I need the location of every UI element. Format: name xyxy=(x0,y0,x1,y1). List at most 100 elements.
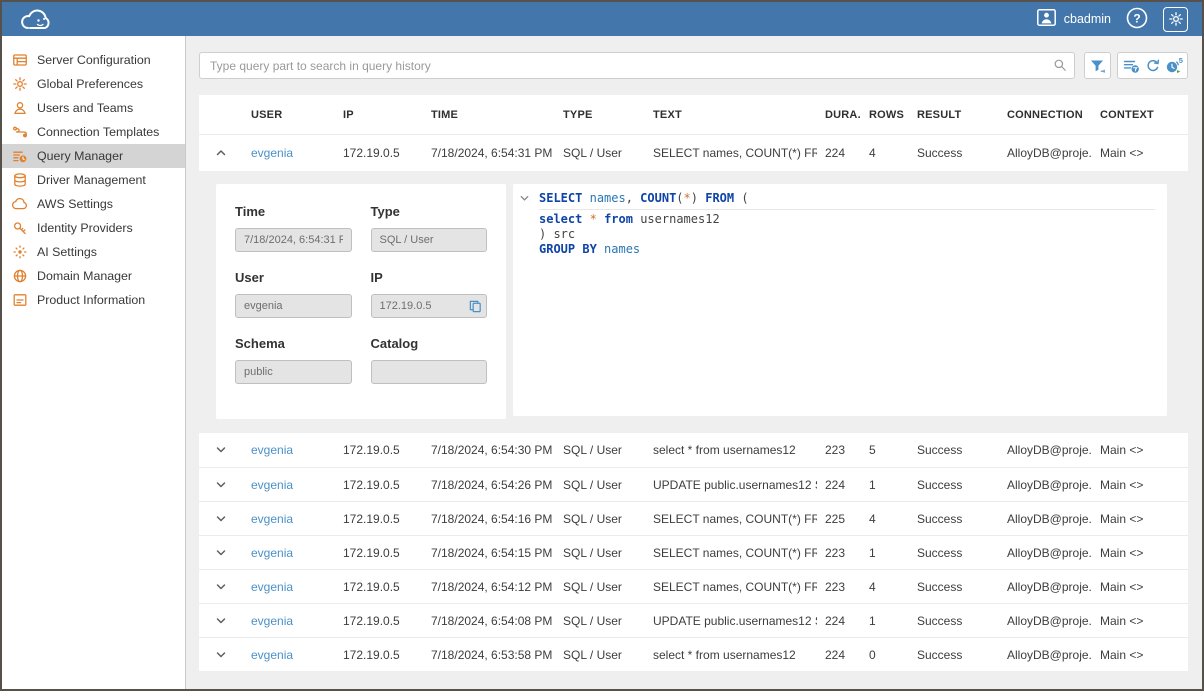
column-header-ip: IP xyxy=(335,109,423,121)
query-detail-panel: TimeTypeUserIPSchemaCatalog SELECT names… xyxy=(199,171,1188,433)
sidebar-item-users-and-teams[interactable]: Users and Teams xyxy=(2,96,185,120)
domain-manager-icon xyxy=(12,268,28,284)
sidebar-item-server-configuration[interactable]: Server Configuration xyxy=(2,48,185,72)
driver-management-icon xyxy=(12,172,28,188)
cell-result: Success xyxy=(909,580,999,594)
ai-settings-icon xyxy=(12,244,28,260)
auto-refresh-icon: 5 xyxy=(1164,57,1184,75)
user-link[interactable]: evgenia xyxy=(251,443,293,457)
sidebar-item-driver-management[interactable]: Driver Management xyxy=(2,168,185,192)
cell-result: Success xyxy=(909,614,999,628)
filter-button[interactable] xyxy=(1084,52,1111,79)
column-header-dura: DURA... xyxy=(817,109,861,121)
search-input[interactable] xyxy=(199,52,1075,79)
sidebar-item-domain-manager[interactable]: Domain Manager xyxy=(2,264,185,288)
cell-type: SQL / User xyxy=(555,614,645,628)
cell-duration: 223 xyxy=(817,580,861,594)
sidebar-item-ai-settings[interactable]: AI Settings xyxy=(2,240,185,264)
collapse-sql-icon[interactable] xyxy=(518,192,531,205)
user-icon xyxy=(1037,9,1056,29)
field-label: Catalog xyxy=(371,336,488,351)
query-history-row[interactable]: evgenia172.19.0.57/18/2024, 6:54:08 PMSQ… xyxy=(199,603,1188,637)
query-history-row[interactable]: evgenia172.19.0.57/18/2024, 6:54:31 PMSQ… xyxy=(199,135,1188,171)
user-link[interactable]: evgenia xyxy=(251,478,293,492)
query-history-row[interactable]: evgenia172.19.0.57/18/2024, 6:54:30 PMSQ… xyxy=(199,433,1188,467)
user-menu-button[interactable]: cbadmin xyxy=(1037,9,1111,29)
cell-duration: 224 xyxy=(817,146,861,160)
column-header-time: TIME xyxy=(423,109,555,121)
expand-row-icon[interactable] xyxy=(199,443,243,457)
sidebar-item-label: Query Manager xyxy=(37,149,123,163)
sidebar-item-aws-settings[interactable]: AWS Settings xyxy=(2,192,185,216)
cell-text: SELECT names, COUNT(*) FRO... xyxy=(645,546,817,560)
cell-context: Main <> xyxy=(1092,614,1188,628)
expand-row-icon[interactable] xyxy=(199,614,243,628)
collapse-row-icon[interactable] xyxy=(199,146,243,160)
field-label: Type xyxy=(371,204,488,219)
query-history-row[interactable]: evgenia172.19.0.57/18/2024, 6:54:26 PMSQ… xyxy=(199,467,1188,501)
user-link[interactable]: evgenia xyxy=(251,580,293,594)
user-link[interactable]: evgenia xyxy=(251,146,293,160)
expand-row-icon[interactable] xyxy=(199,546,243,560)
expand-row-icon[interactable] xyxy=(199,512,243,526)
cell-result: Success xyxy=(909,146,999,160)
identity-providers-icon xyxy=(12,220,28,236)
sidebar-item-label: AI Settings xyxy=(37,245,97,259)
cell-result: Success xyxy=(909,443,999,457)
cell-type: SQL / User xyxy=(555,546,645,560)
help-button[interactable]: ? xyxy=(1126,7,1148,32)
cell-rows: 5 xyxy=(861,443,909,457)
detail-field-time: Time xyxy=(235,204,352,252)
connection-templates-icon xyxy=(12,124,28,140)
query-history-row[interactable]: evgenia172.19.0.57/18/2024, 6:54:15 PMSQ… xyxy=(199,535,1188,569)
expand-row-icon[interactable] xyxy=(199,478,243,492)
sidebar-item-identity-providers[interactable]: Identity Providers xyxy=(2,216,185,240)
user-link[interactable]: evgenia xyxy=(251,546,293,560)
cell-time: 7/18/2024, 6:54:30 PM xyxy=(423,443,555,457)
cell-rows: 4 xyxy=(861,512,909,526)
cell-text: select * from usernames12 xyxy=(645,648,817,662)
product-information-icon xyxy=(12,292,28,308)
sidebar-item-product-information[interactable]: Product Information xyxy=(2,288,185,312)
query-history-row[interactable]: evgenia172.19.0.57/18/2024, 6:54:12 PMSQ… xyxy=(199,569,1188,603)
sidebar-item-label: Connection Templates xyxy=(37,125,159,139)
user-name: cbadmin xyxy=(1064,12,1111,26)
copy-button[interactable] xyxy=(466,297,484,315)
log-settings-icon xyxy=(1123,58,1140,74)
expand-row-icon[interactable] xyxy=(199,580,243,594)
query-history-row[interactable]: evgenia172.19.0.57/18/2024, 6:54:16 PMSQ… xyxy=(199,501,1188,535)
cell-connection: AlloyDB@proje... xyxy=(999,443,1092,457)
detail-field-schema: Schema xyxy=(235,336,352,384)
log-settings-button[interactable] xyxy=(1121,53,1142,78)
table-actions-group: 5 xyxy=(1117,52,1188,79)
query-history-table: USERIPTIMETYPETEXTDURA...ROWSRESULTCONNE… xyxy=(199,95,1188,671)
table-header-row: USERIPTIMETYPETEXTDURA...ROWSRESULTCONNE… xyxy=(199,95,1188,135)
user-link[interactable]: evgenia xyxy=(251,648,293,662)
user-link[interactable]: evgenia xyxy=(251,512,293,526)
cell-ip: 172.19.0.5 xyxy=(335,546,423,560)
sidebar-item-query-manager[interactable]: Query Manager xyxy=(2,144,185,168)
detail-field-type: Type xyxy=(371,204,488,252)
cell-connection: AlloyDB@proje... xyxy=(999,478,1092,492)
cell-connection: AlloyDB@proje... xyxy=(999,614,1092,628)
refresh-button[interactable] xyxy=(1142,53,1163,78)
cell-type: SQL / User xyxy=(555,146,645,160)
expand-row-icon[interactable] xyxy=(199,648,243,662)
cell-ip: 172.19.0.5 xyxy=(335,580,423,594)
topbar-actions: cbadmin ? xyxy=(1037,7,1188,32)
query-history-row[interactable]: evgenia172.19.0.57/18/2024, 6:53:58 PMSQ… xyxy=(199,637,1188,671)
settings-button[interactable] xyxy=(1163,7,1188,32)
sidebar-item-global-preferences[interactable]: Global Preferences xyxy=(2,72,185,96)
cell-context: Main <> xyxy=(1092,648,1188,662)
cell-time: 7/18/2024, 6:54:26 PM xyxy=(423,478,555,492)
cell-context: Main <> xyxy=(1092,443,1188,457)
refresh-icon xyxy=(1145,58,1161,74)
user-link[interactable]: evgenia xyxy=(251,614,293,628)
sidebar-item-connection-templates[interactable]: Connection Templates xyxy=(2,120,185,144)
cell-rows: 0 xyxy=(861,648,909,662)
gear-icon xyxy=(12,76,28,92)
cloudbeaver-logo-icon xyxy=(18,6,58,33)
column-header-user: USER xyxy=(243,109,335,121)
auto-refresh-button[interactable]: 5 xyxy=(1163,53,1184,78)
aws-settings-icon xyxy=(12,196,28,212)
